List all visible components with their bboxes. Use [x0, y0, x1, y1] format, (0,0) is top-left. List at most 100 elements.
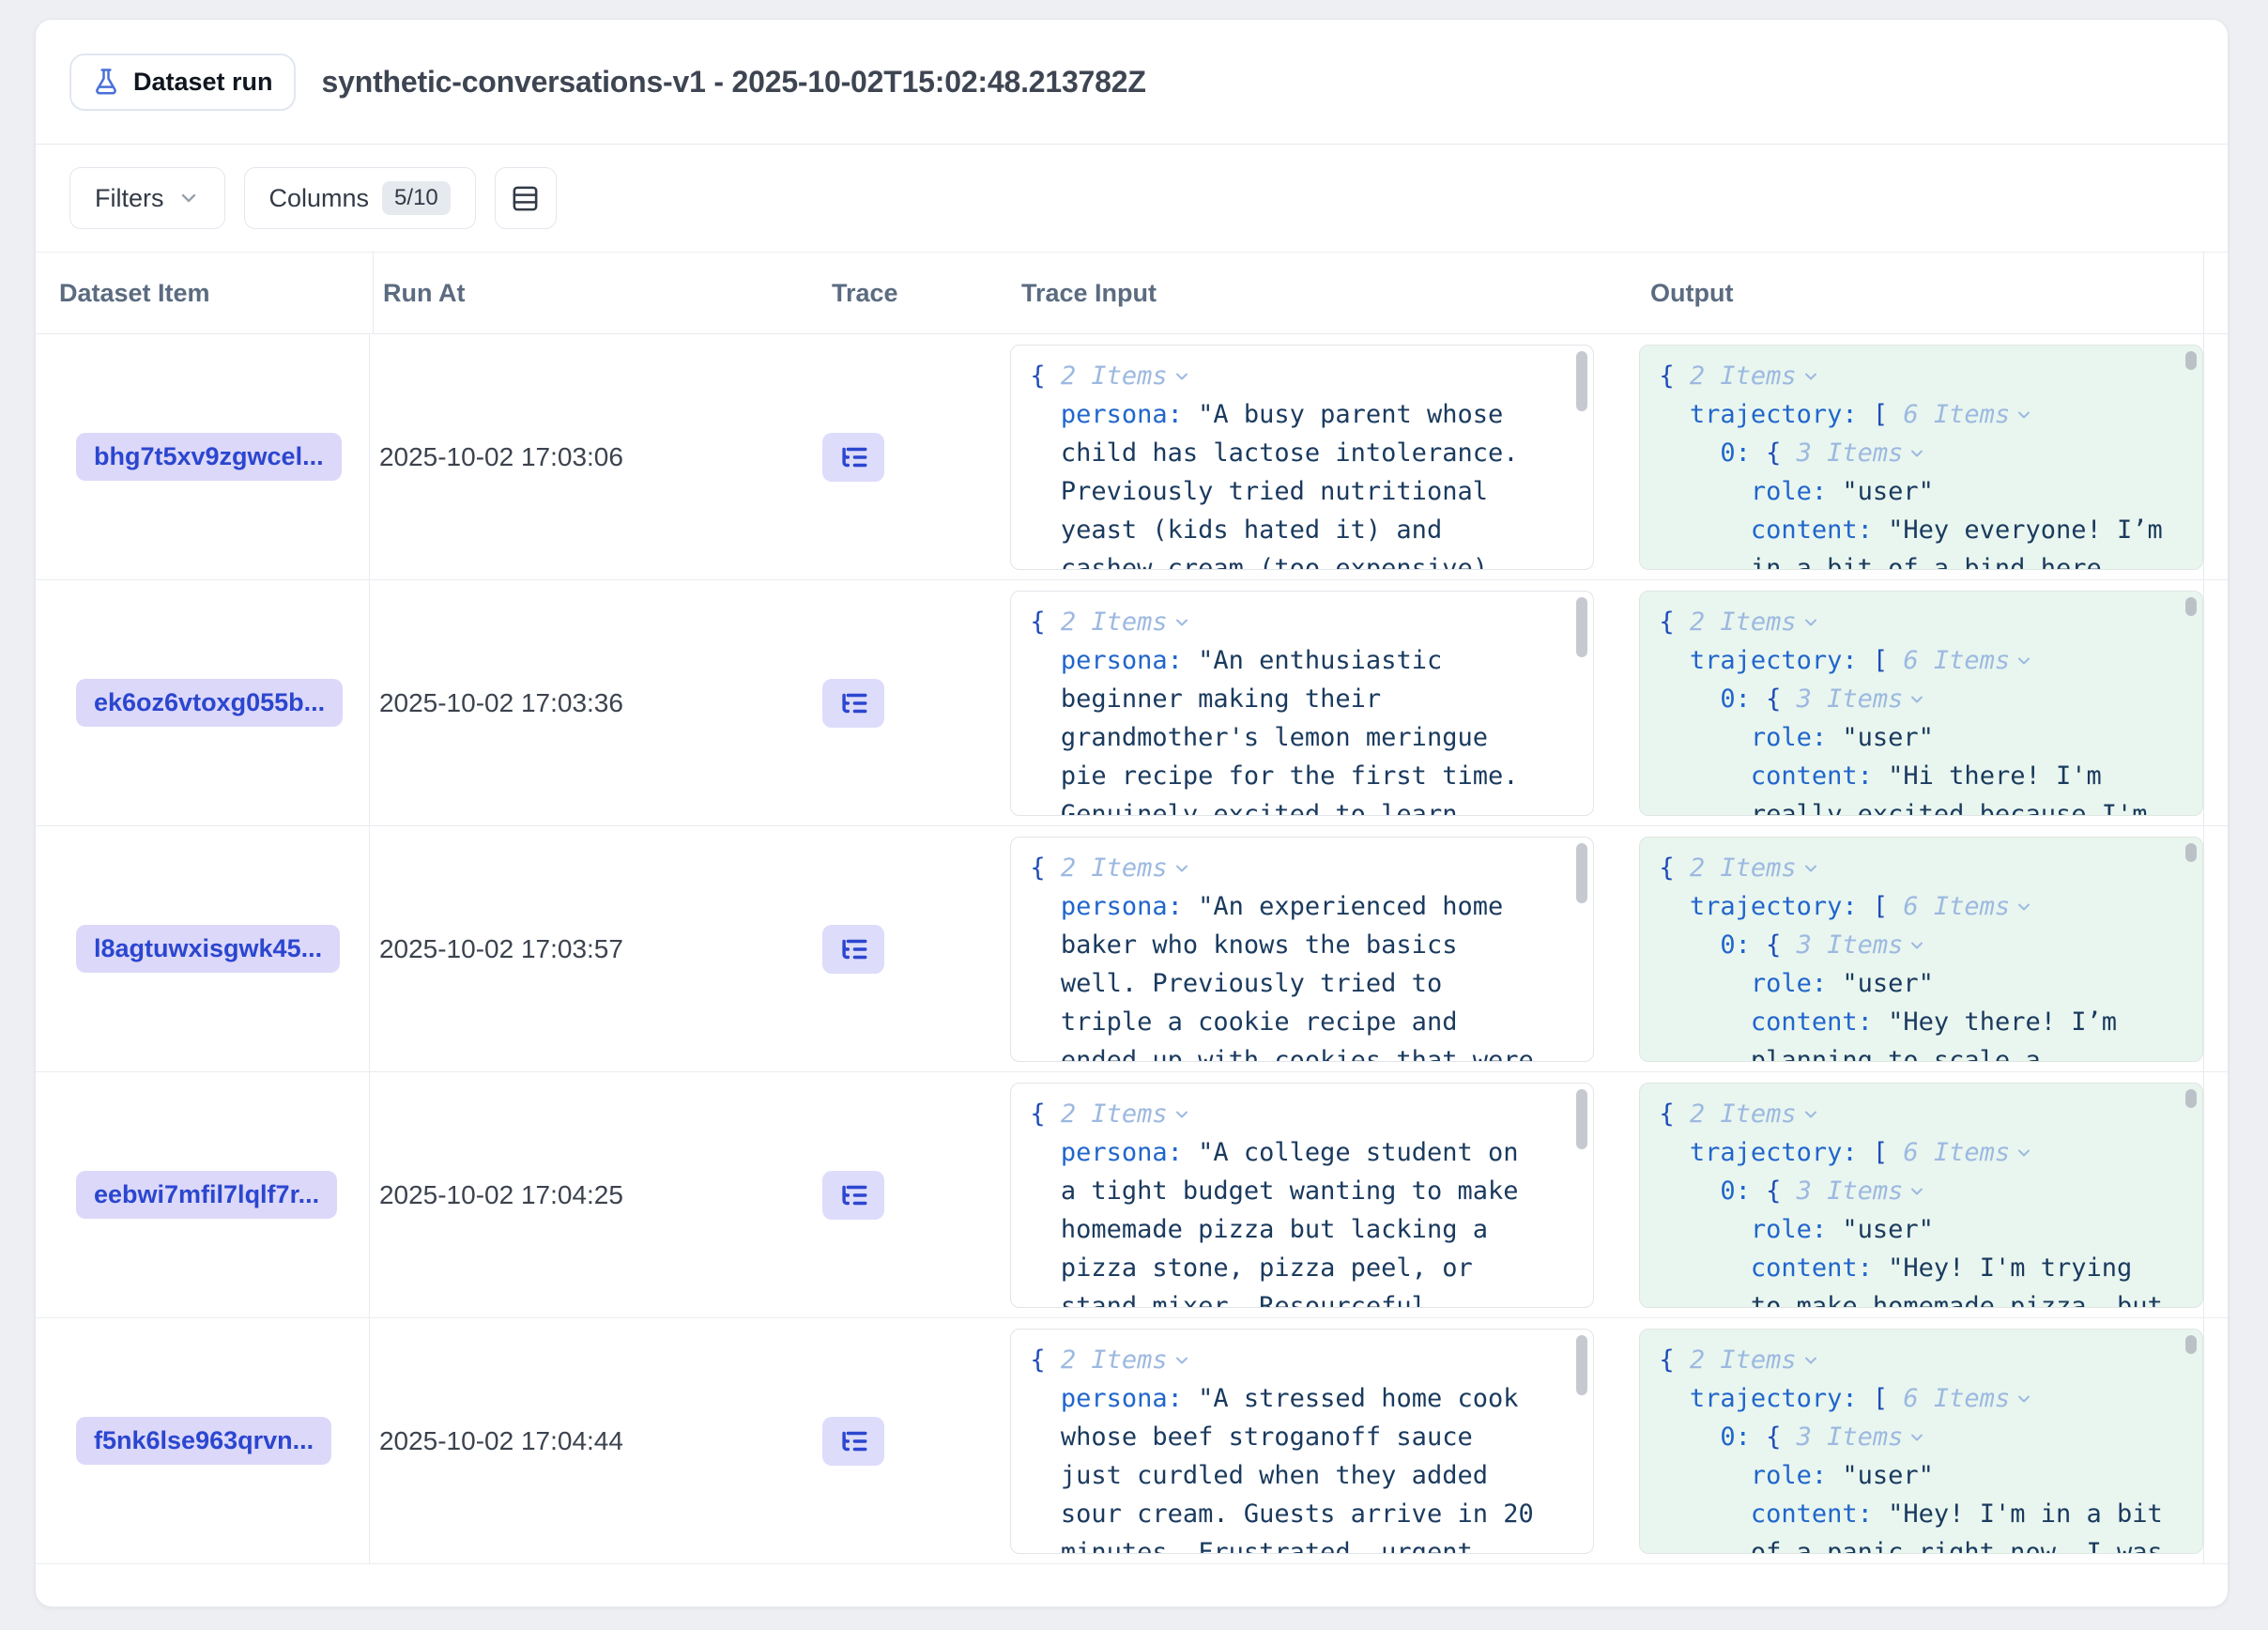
output-json-viewer[interactable]: { 2 Items trajectory: [ 6 Items 0: { 3 I…	[1639, 591, 2203, 816]
output-json-viewer[interactable]: { 2 Items trajectory: [ 6 Items 0: { 3 I…	[1639, 1083, 2203, 1308]
trace-button[interactable]	[822, 679, 884, 728]
content-key: content	[1751, 761, 1858, 791]
collapse-chevron-icon[interactable]	[1801, 859, 1820, 878]
trace-input-cell: { 2 Items persona: "An experienced home …	[974, 826, 1594, 1071]
trace-cell	[807, 826, 974, 1071]
items-count: 2 Items	[1061, 853, 1168, 883]
trace-button[interactable]	[822, 925, 884, 974]
json-trajectory-line: trajectory: [ 6 Items	[1659, 1379, 2168, 1418]
open-brace: {	[1030, 853, 1045, 883]
collapse-chevron-icon[interactable]	[1801, 1105, 1820, 1124]
persona-key: persona	[1061, 1138, 1168, 1167]
collapse-chevron-icon[interactable]	[2015, 406, 2033, 424]
collapse-chevron-icon[interactable]	[1172, 1351, 1191, 1370]
json-content-line: content: "Hi there! I'm really excited b…	[1659, 757, 2168, 816]
collapse-chevron-icon[interactable]	[1801, 1351, 1820, 1370]
collapse-chevron-icon[interactable]	[1908, 936, 1926, 955]
items-count: 6 Items	[1903, 892, 2010, 921]
scrollbar-thumb[interactable]	[2185, 351, 2197, 370]
trace-button[interactable]	[822, 433, 884, 482]
collapse-chevron-icon[interactable]	[1908, 690, 1926, 709]
scrollbar-gutter	[2203, 580, 2228, 825]
collapse-chevron-icon[interactable]	[1172, 859, 1191, 878]
trace-input-json-viewer[interactable]: { 2 Items persona: "A stressed home cook…	[1010, 1329, 1594, 1554]
filters-button[interactable]: Filters	[69, 167, 225, 229]
header-run-at: Run At	[374, 253, 817, 333]
collapse-chevron-icon[interactable]	[2015, 898, 2033, 916]
collapse-chevron-icon[interactable]	[1801, 613, 1820, 632]
list-tree-icon	[837, 441, 869, 473]
dataset-item-badge[interactable]: f5nk6lse963qrvn...	[76, 1417, 331, 1465]
colon: :	[1812, 1461, 1843, 1490]
row-height-button[interactable]	[495, 167, 557, 229]
open-brace: {	[1659, 853, 1674, 883]
collapse-chevron-icon[interactable]	[2015, 652, 2033, 670]
trace-button[interactable]	[822, 1171, 884, 1220]
scrollbar-thumb[interactable]	[2185, 1335, 2197, 1354]
dataset-item-badge[interactable]: l8agtuwxisgwk45...	[76, 925, 340, 973]
colon: :	[1842, 1138, 1873, 1167]
colon: :	[1842, 400, 1873, 429]
trace-input-json-viewer[interactable]: { 2 Items persona: "An enthusiastic begi…	[1010, 591, 1594, 816]
colon: :	[1842, 1384, 1873, 1413]
collapse-chevron-icon[interactable]	[1172, 613, 1191, 632]
collapse-chevron-icon[interactable]	[2015, 1390, 2033, 1408]
scrollbar-thumb[interactable]	[1576, 351, 1587, 411]
json-trajectory-line: trajectory: [ 6 Items	[1659, 887, 2168, 926]
output-json-viewer[interactable]: { 2 Items trajectory: [ 6 Items 0: { 3 I…	[1639, 1329, 2203, 1554]
colon: :	[1812, 969, 1843, 998]
columns-button[interactable]: Columns 5/10	[244, 167, 476, 229]
trace-input-json-viewer[interactable]: { 2 Items persona: "A busy parent whose …	[1010, 345, 1594, 570]
scrollbar-thumb[interactable]	[2185, 1089, 2197, 1108]
flask-icon	[92, 68, 120, 96]
json-content-line: content: "Hey! I'm trying to make homema…	[1659, 1249, 2168, 1308]
scrollbar-thumb[interactable]	[2185, 843, 2197, 862]
dataset-run-badge: Dataset run	[69, 54, 296, 111]
scrollbar-thumb[interactable]	[1576, 843, 1587, 903]
open-brace: {	[1766, 1176, 1797, 1206]
json-trajectory-line: trajectory: [ 6 Items	[1659, 1133, 2168, 1172]
table-row: f5nk6lse963qrvn... 2025-10-02 17:04:44 {…	[36, 1318, 2228, 1564]
items-count: 3 Items	[1797, 1422, 1904, 1452]
collapse-chevron-icon[interactable]	[1908, 444, 1926, 463]
output-json-viewer[interactable]: { 2 Items trajectory: [ 6 Items 0: { 3 I…	[1639, 345, 2203, 570]
persona-key: persona	[1061, 646, 1168, 675]
open-brace: {	[1659, 607, 1674, 637]
columns-count-badge: 5/10	[382, 181, 451, 215]
json-trajectory-line: trajectory: [ 6 Items	[1659, 641, 2168, 680]
persona-key: persona	[1061, 892, 1168, 921]
collapse-chevron-icon[interactable]	[1172, 367, 1191, 386]
colon: :	[1858, 1253, 1889, 1283]
collapse-chevron-icon[interactable]	[1908, 1182, 1926, 1201]
scrollbar-thumb[interactable]	[1576, 597, 1587, 657]
colon: :	[1168, 400, 1199, 429]
dataset-item-badge[interactable]: ek6oz6vtoxg055b...	[76, 679, 343, 727]
json-index-line: 0: { 3 Items	[1659, 680, 2168, 718]
items-count: 2 Items	[1690, 853, 1797, 883]
dataset-item-badge[interactable]: eebwi7mfil7lqlf7r...	[76, 1171, 337, 1219]
output-cell: { 2 Items trajectory: [ 6 Items 0: { 3 I…	[1594, 1318, 2203, 1563]
json-root-line: { 2 Items	[1030, 603, 1540, 641]
collapse-chevron-icon[interactable]	[1801, 367, 1820, 386]
scrollbar-thumb[interactable]	[2185, 597, 2197, 616]
items-count: 2 Items	[1690, 1099, 1797, 1129]
trace-input-json-viewer[interactable]: { 2 Items persona: "An experienced home …	[1010, 837, 1594, 1062]
trace-button[interactable]	[822, 1417, 884, 1466]
colon: :	[1736, 1176, 1767, 1206]
collapse-chevron-icon[interactable]	[1908, 1428, 1926, 1447]
dataset-item-cell: ek6oz6vtoxg055b...	[36, 580, 370, 825]
colon: :	[1736, 684, 1767, 714]
content-key: content	[1751, 1499, 1858, 1529]
dataset-item-badge[interactable]: bhg7t5xv9zgwcel...	[76, 433, 342, 481]
output-cell: { 2 Items trajectory: [ 6 Items 0: { 3 I…	[1594, 580, 2203, 825]
scrollbar-thumb[interactable]	[1576, 1335, 1587, 1395]
scrollbar-thumb[interactable]	[1576, 1089, 1587, 1149]
trace-input-cell: { 2 Items persona: "A stressed home cook…	[974, 1318, 1594, 1563]
output-json-viewer[interactable]: { 2 Items trajectory: [ 6 Items 0: { 3 I…	[1639, 837, 2203, 1062]
table-header-row: Dataset Item Run At Trace Trace Input Ou…	[36, 252, 2228, 334]
collapse-chevron-icon[interactable]	[1172, 1105, 1191, 1124]
json-persona-line: persona: "A stressed home cook whose bee…	[1030, 1379, 1540, 1554]
colon: :	[1736, 438, 1767, 468]
trace-input-json-viewer[interactable]: { 2 Items persona: "A college student on…	[1010, 1083, 1594, 1308]
collapse-chevron-icon[interactable]	[2015, 1144, 2033, 1162]
